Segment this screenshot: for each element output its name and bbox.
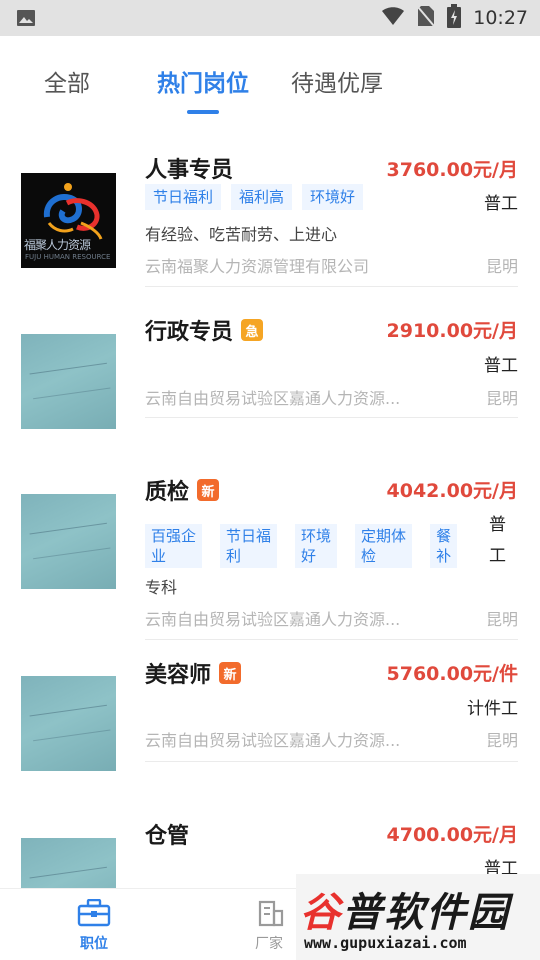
job-card[interactable]: 仓管 4700.00元/月 普工: [0, 764, 540, 888]
watermark-url: www.gupuxiazai.com: [304, 934, 467, 952]
job-tags: 节日福利 福利高 环境好: [145, 184, 364, 210]
new-badge: 新: [197, 479, 220, 501]
job-list[interactable]: 福聚人力资源 FUJU HUMAN RESOURCE 人事专员 3760.00元…: [0, 120, 540, 888]
nav-label: 职位: [80, 936, 108, 952]
job-card[interactable]: 美容师 新 5760.00元/件 计件工 云南自由贸易试验区嘉通人力资源... …: [0, 642, 540, 771]
tab-high-pay[interactable]: 待遇优厚: [291, 64, 383, 98]
job-salary: 5760.00元/件: [386, 663, 518, 685]
watermark: 谷普软件园 www.gupuxiazai.com: [296, 874, 540, 960]
job-tag: 餐补: [430, 524, 458, 568]
company-logo: [21, 494, 116, 589]
company-logo: [21, 838, 116, 888]
logo-text: 福聚人力资源: [24, 238, 91, 252]
job-type: 普工: [484, 194, 518, 214]
briefcase-icon: [77, 898, 111, 931]
company-logo: [21, 334, 116, 429]
divider: [145, 639, 518, 640]
battery-charging-icon: [447, 4, 462, 32]
divider: [145, 417, 518, 418]
company-name: 云南福聚人力资源管理有限公司: [145, 257, 370, 276]
job-salary: 2910.00元/月: [386, 320, 518, 342]
job-card[interactable]: 质检 新 4042.00元/月 百强企业 节日福利 环境好 定期体检 餐补 普工…: [0, 420, 540, 642]
job-tag: 节日福利: [145, 184, 222, 210]
wifi-icon: [381, 6, 405, 30]
job-card[interactable]: 福聚人力资源 FUJU HUMAN RESOURCE 人事专员 3760.00元…: [0, 120, 540, 288]
tab-hot-jobs[interactable]: 热门岗位: [157, 64, 249, 98]
job-title: 仓管: [145, 824, 190, 849]
divider: [145, 761, 518, 762]
urgent-badge: 急: [241, 319, 264, 341]
company-logo: 福聚人力资源 FUJU HUMAN RESOURCE: [21, 173, 116, 268]
active-tab-indicator: [187, 110, 219, 114]
job-salary: 4700.00元/月: [386, 824, 518, 846]
logo-subtext: FUJU HUMAN RESOURCE: [25, 253, 111, 261]
status-time: 10:27: [473, 7, 528, 29]
image-icon: [16, 9, 36, 31]
job-tag: 定期体检: [355, 524, 413, 568]
job-description: 有经验、吃苦耐劳、上进心: [145, 225, 338, 244]
job-city: 昆明: [485, 257, 518, 276]
tab-all[interactable]: 全部: [44, 64, 90, 98]
no-sim-icon: [417, 5, 435, 31]
category-tabs: 全部 热门岗位 待遇优厚: [0, 36, 540, 120]
job-tag: 环境好: [295, 524, 338, 568]
job-salary: 4042.00元/月: [386, 480, 518, 502]
job-type: 普工: [484, 356, 518, 376]
job-city: 昆明: [485, 610, 518, 629]
job-card[interactable]: 行政专员 急 2910.00元/月 普工 云南自由贸易试验区嘉通人力资源... …: [0, 288, 540, 429]
company-name: 云南自由贸易试验区嘉通人力资源...: [145, 610, 401, 629]
building-icon: [252, 900, 286, 931]
status-bar: 10:27: [0, 0, 540, 36]
company-logo: [21, 676, 116, 771]
new-badge: 新: [219, 662, 242, 684]
job-description: 专科: [145, 578, 178, 597]
job-title: 质检: [145, 480, 190, 505]
job-title: 人事专员: [145, 158, 234, 183]
company-name: 云南自由贸易试验区嘉通人力资源...: [145, 389, 401, 408]
divider: [145, 286, 518, 287]
nav-item-jobs[interactable]: 职位: [54, 898, 134, 953]
job-tag: 环境好: [302, 184, 364, 210]
job-tags: 百强企业 节日福利 环境好 定期体检 餐补: [145, 524, 458, 568]
job-tag: 节日福利: [220, 524, 278, 568]
job-type: 普工: [489, 515, 506, 566]
job-type: 计件工: [467, 699, 518, 719]
job-city: 昆明: [485, 389, 518, 408]
company-name: 云南自由贸易试验区嘉通人力资源...: [145, 731, 401, 750]
job-salary: 3760.00元/月: [386, 159, 518, 181]
watermark-title: 谷普软件园: [300, 890, 510, 936]
job-city: 昆明: [485, 731, 518, 750]
job-title: 美容师: [145, 663, 212, 688]
job-title: 行政专员: [145, 320, 234, 345]
job-tag: 百强企业: [145, 524, 203, 568]
job-tag: 福利高: [231, 184, 293, 210]
